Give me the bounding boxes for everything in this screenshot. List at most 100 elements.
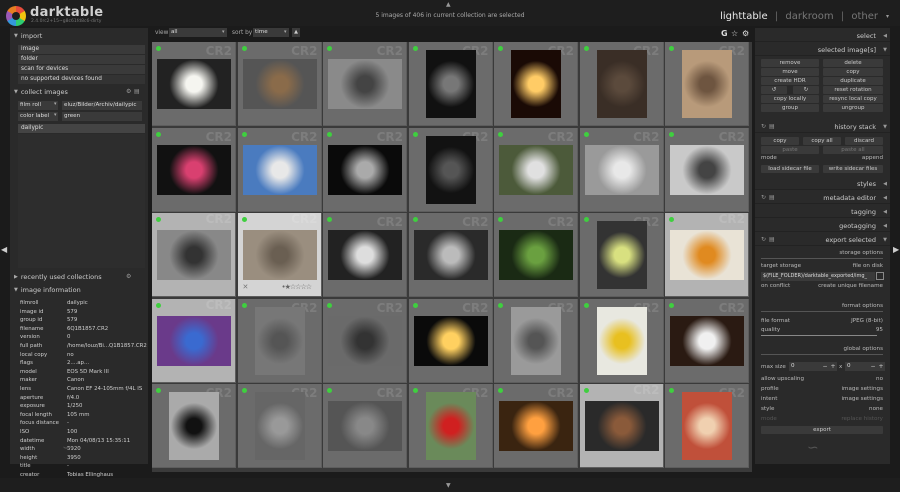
history-copy-button[interactable]: copy (761, 137, 799, 145)
thumbnail-yellow-flowers[interactable]: CR2 (579, 298, 664, 383)
presets-icon[interactable]: ▤ (769, 192, 775, 204)
thumbnail-hat-shell[interactable]: CR2 (579, 384, 664, 468)
history-copy-all-button[interactable]: copy all (803, 137, 841, 145)
reject-icon[interactable]: ✕ (243, 283, 249, 292)
folder-browse-icon[interactable] (876, 272, 884, 280)
view-other[interactable]: other (851, 11, 878, 22)
thumbnail-cigarette[interactable]: CR2 (323, 127, 407, 212)
selected-action-button[interactable]: remove (761, 59, 819, 67)
scan-devices-button[interactable]: scan for devices (18, 65, 145, 74)
selected-action-button[interactable]: create HDR (761, 77, 819, 85)
quality-slider[interactable]: quality 95 (761, 327, 883, 333)
selected-action-button[interactable]: copy locally (761, 95, 819, 103)
thumbnail-colored-hair[interactable]: CR2 (152, 298, 236, 383)
increase-height-icon[interactable]: + (877, 362, 885, 371)
intent-combo[interactable]: intent image settings (761, 396, 883, 402)
thumbnail-graffiti-wall[interactable]: CR2 (494, 298, 578, 383)
import-header[interactable]: ▼ import (14, 31, 144, 41)
thumbnail-lights-row[interactable]: CR2 (408, 298, 493, 383)
thumbnail-blossom-branch[interactable]: CR2 (237, 127, 322, 212)
max-width-input[interactable]: 0 (789, 362, 821, 371)
history-stack-header[interactable]: ↻ ▤ history stack ▼ (755, 121, 890, 133)
export-selected-header[interactable]: ↻ ▤ export selected ▼ (755, 234, 890, 246)
increase-width-icon[interactable]: + (829, 362, 837, 371)
thumbnail-alpaca[interactable]: CR2 (665, 42, 749, 126)
overlays-star-icon[interactable]: ☆ (731, 29, 738, 38)
select-header[interactable]: select ◀ (755, 30, 890, 42)
collect-rule1-property[interactable]: film roll (18, 101, 58, 110)
collapse-right-icon[interactable]: ▶ (893, 245, 899, 254)
view-lighttable[interactable]: lighttable (720, 11, 768, 22)
thumbnail-candle-jar[interactable]: CR2 (494, 384, 578, 468)
import-image-button[interactable]: image (18, 45, 145, 54)
selected-action-button[interactable]: group (761, 104, 819, 112)
thumbnail-street-scene[interactable]: CR2 (152, 213, 236, 297)
selected-action-button[interactable]: ↺ (761, 86, 787, 94)
gear-icon[interactable]: ⚙ (126, 88, 131, 95)
profile-combo[interactable]: profile image settings (761, 386, 883, 392)
thumbnail-rail-bars[interactable]: CR2 (323, 213, 407, 297)
star-rating[interactable]: •★☆☆☆☆ (282, 283, 312, 292)
presets-icon[interactable]: ▤ (134, 88, 140, 95)
file-format-combo[interactable]: file format JPEG (8-bit) (761, 318, 883, 324)
thumbnail-gravel[interactable]: CR2 ✕ •★☆☆☆☆ (237, 213, 322, 297)
history-paste-all-button[interactable]: paste all (823, 146, 883, 154)
thumbnail-stone-arch[interactable]: CR2 (237, 384, 322, 468)
collapse-top-icon[interactable]: ▲ (446, 1, 451, 8)
thumbnail-faucet[interactable]: CR2 (408, 127, 493, 212)
thumbnail-roof-tiles[interactable]: CR2 (323, 384, 407, 468)
thumbnail-owl-figurine[interactable]: CR2 (237, 42, 322, 126)
selected-action-button[interactable]: duplicate (823, 77, 883, 85)
selected-action-button[interactable]: ↻ (793, 86, 819, 94)
collect-rule2-value[interactable]: green (62, 112, 142, 121)
thumbnail-stairwell[interactable]: CR2 (408, 42, 493, 126)
export-path-input[interactable]: $(FILE_FOLDER)/darktable_exported/img_ (761, 272, 875, 281)
selected-action-button[interactable]: copy (823, 68, 883, 76)
thumbnail-lamp-glow[interactable]: CR2 (494, 42, 578, 126)
sort-order-icon[interactable]: ▲ (292, 28, 300, 37)
thumbnail-pear-in-hand[interactable]: CR2 (579, 213, 664, 297)
presets-icon[interactable]: ▤ (769, 234, 775, 246)
view-darkroom[interactable]: darkroom (785, 11, 833, 22)
selected-action-button[interactable]: delete (823, 59, 883, 67)
reset-icon[interactable]: ↻ (761, 121, 766, 133)
thumbnail-hand-with-keys[interactable]: CR2 (323, 42, 407, 126)
grouping-icon[interactable]: G (721, 29, 728, 38)
collapse-bottom-icon[interactable]: ▼ (446, 482, 451, 489)
import-folder-button[interactable]: folder (18, 55, 145, 64)
thumbnail-cracked-wall[interactable]: CR2 (665, 127, 749, 212)
export-button[interactable]: export (761, 426, 883, 434)
decrease-height-icon[interactable]: − (869, 362, 877, 371)
history-paste-button[interactable]: paste (761, 146, 819, 154)
reset-icon[interactable]: ↻ (761, 234, 766, 246)
thumbnail-telephone-dial[interactable]: CR2 (408, 213, 493, 297)
tagging-header[interactable]: tagging ◀ (755, 206, 890, 218)
thumbnail-arched-door[interactable]: CR2 (152, 384, 236, 468)
history-mode-combo[interactable]: mode append (761, 155, 883, 161)
thumbnail-fried-egg[interactable]: CR2 (152, 42, 236, 126)
thumbnail-boar[interactable]: CR2 (579, 42, 664, 126)
geotagging-header[interactable]: geotagging ◀ (755, 220, 890, 232)
selected-action-button[interactable]: resync local copy (823, 95, 883, 103)
view-filter-select[interactable]: all (169, 28, 227, 37)
max-height-input[interactable]: 0 (845, 362, 869, 371)
history-discard-button[interactable]: discard (845, 137, 883, 145)
thumbnail-fabric-closeup[interactable]: CR2 (323, 298, 407, 383)
reset-icon[interactable]: ↻ (761, 192, 766, 204)
thumbnail-coin-logo[interactable]: CR2 (237, 298, 322, 383)
gear-icon[interactable]: ⚙ (126, 273, 131, 280)
selected-action-button[interactable]: move (761, 68, 819, 76)
selected-images-header[interactable]: selected image[s] ▼ (755, 44, 890, 56)
upscaling-combo[interactable]: allow upscaling no (761, 376, 883, 382)
styles-header[interactable]: styles ◀ (755, 178, 890, 190)
collection-result-item[interactable]: dailypic (18, 124, 145, 133)
write-sidecar-button[interactable]: write sidecar files (823, 165, 883, 173)
decrease-width-icon[interactable]: − (821, 362, 829, 371)
thumbnail-sink[interactable]: CR2 (579, 127, 664, 212)
selected-action-button[interactable]: reset rotation (823, 86, 883, 94)
thumbnail-fern[interactable]: CR2 (494, 213, 578, 297)
thumbnail-spaniel[interactable]: CR2 (665, 298, 749, 383)
collect-rule2-property[interactable]: color label (18, 112, 58, 121)
on-conflict-combo[interactable]: on conflict create unique filename (761, 283, 883, 289)
load-sidecar-button[interactable]: load sidecar file (761, 165, 819, 173)
